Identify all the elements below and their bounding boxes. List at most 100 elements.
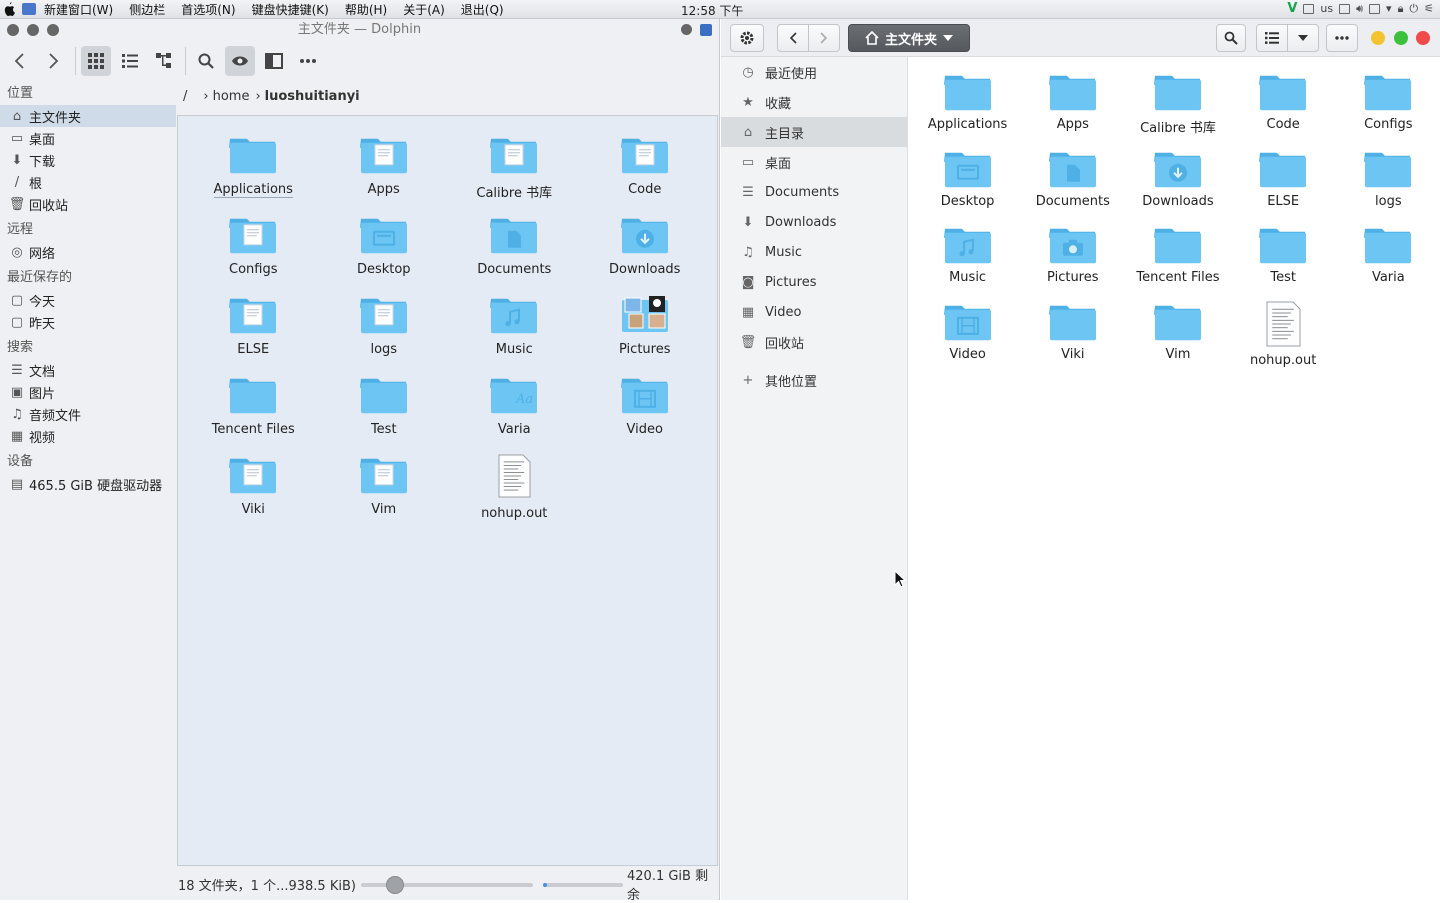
file-item[interactable]: Vim <box>319 454 450 534</box>
menu-item-0[interactable]: 新建窗口(W) <box>44 1 113 18</box>
file-item[interactable]: Varia <box>1336 224 1440 301</box>
file-item[interactable]: Pictures <box>580 294 711 374</box>
file-item[interactable]: Apps <box>319 134 450 214</box>
keyboard-layout[interactable]: us <box>1320 2 1333 15</box>
menu-item-5[interactable]: 关于(A) <box>403 1 445 18</box>
apple-icon[interactable] <box>3 2 19 16</box>
file-item[interactable]: Aa Varia <box>449 374 580 454</box>
file-item[interactable]: logs <box>1336 148 1440 225</box>
file-item[interactable]: logs <box>319 294 450 374</box>
lock-icon[interactable]: 🔒︎ <box>1398 2 1404 16</box>
window-menu-icon[interactable] <box>700 24 712 36</box>
file-item[interactable]: Viki <box>1020 301 1125 378</box>
sidebar-item[interactable]: ☰ Documents <box>721 177 907 207</box>
back-button[interactable] <box>777 24 809 52</box>
breadcrumb-root[interactable]: / <box>183 89 187 104</box>
file-item[interactable]: Music <box>449 294 580 374</box>
file-item[interactable]: Video <box>915 301 1020 378</box>
power-icon[interactable]: ⏻ <box>1409 2 1418 16</box>
places-item[interactable]: ◎ 网络 <box>0 241 176 263</box>
icons-view-button[interactable] <box>81 46 111 76</box>
breadcrumb-current[interactable]: luoshuitianyi <box>265 89 360 104</box>
file-item[interactable]: Test <box>1231 224 1336 301</box>
file-view[interactable]: Applications Apps Calibre 书库 Code Config… <box>909 57 1440 900</box>
file-item[interactable]: Documents <box>1020 148 1125 225</box>
file-item[interactable]: Viki <box>188 454 319 534</box>
file-item[interactable]: Downloads <box>580 214 711 294</box>
menu-button[interactable] <box>730 24 764 52</box>
sidebar-item[interactable]: ▦ Video <box>721 297 907 327</box>
split-view-button[interactable] <box>259 46 289 76</box>
file-item[interactable]: Music <box>915 224 1020 301</box>
places-item[interactable]: ▢ 昨天 <box>0 311 176 333</box>
file-item[interactable]: Test <box>319 374 450 454</box>
file-item[interactable]: Calibre 书库 <box>449 134 580 214</box>
file-item[interactable]: Desktop <box>319 214 450 294</box>
clock[interactable]: 12:58 下午 <box>681 2 743 19</box>
search-button[interactable] <box>191 46 221 76</box>
back-button[interactable] <box>5 46 35 76</box>
keyboard-icon[interactable] <box>1303 3 1315 14</box>
file-item[interactable]: Downloads <box>1125 148 1230 225</box>
file-item[interactable]: nohup.out <box>1231 301 1336 378</box>
sidebar-item[interactable]: ♫ Music <box>721 237 907 267</box>
file-item[interactable]: Desktop <box>915 148 1020 225</box>
places-item[interactable]: / 根 <box>0 171 176 193</box>
file-item[interactable]: Video <box>580 374 711 454</box>
file-item[interactable]: nohup.out <box>449 454 580 534</box>
forward-button[interactable] <box>808 24 840 52</box>
v-logo-icon[interactable]: V <box>1287 1 1297 16</box>
places-item[interactable]: ♫ 音频文件 <box>0 403 176 425</box>
battery-icon[interactable] <box>1369 3 1381 14</box>
file-item[interactable]: Tencent Files <box>188 374 319 454</box>
file-item[interactable]: Configs <box>1336 71 1440 148</box>
places-item[interactable]: ▣ 图片 <box>0 381 176 403</box>
maximize-window-button[interactable] <box>47 24 59 36</box>
file-item[interactable]: Calibre 书库 <box>1125 71 1230 148</box>
menu-item-4[interactable]: 帮助(H) <box>345 1 387 18</box>
places-item[interactable]: ☰ 文档 <box>0 359 176 381</box>
sidebar-item[interactable]: ◙ Pictures <box>721 267 907 297</box>
file-item[interactable]: Tencent Files <box>1125 224 1230 301</box>
file-item[interactable]: Apps <box>1020 71 1125 148</box>
places-item[interactable]: ⬇ 下载 <box>0 149 176 171</box>
file-item[interactable]: Pictures <box>1020 224 1125 301</box>
close-window-button[interactable] <box>1416 31 1430 45</box>
close-window-button[interactable] <box>7 24 19 36</box>
zoom-slider-handle[interactable] <box>386 876 405 894</box>
more-options-button[interactable] <box>1326 24 1358 52</box>
view-options-button[interactable] <box>1287 24 1319 52</box>
file-item[interactable]: Code <box>1231 71 1336 148</box>
zoom-slider[interactable] <box>361 876 533 894</box>
chevron-down-icon[interactable]: ▾ <box>1386 2 1392 15</box>
menu-item-1[interactable]: 侧边栏 <box>129 1 165 18</box>
forward-button[interactable] <box>38 46 68 76</box>
settings-icon[interactable]: ⚟ <box>1424 2 1434 15</box>
path-bar-home-button[interactable]: 主文件夹 <box>848 24 970 52</box>
file-view[interactable]: Applications Apps Calibre 书库 Code Config… <box>177 115 718 866</box>
places-item[interactable]: ▤ 465.5 GiB 硬盘驱动器 <box>0 473 176 495</box>
maximize-window-button[interactable] <box>1394 31 1408 45</box>
file-item[interactable]: Applications <box>188 134 319 214</box>
file-item[interactable]: Configs <box>188 214 319 294</box>
menu-item-6[interactable]: 退出(Q) <box>461 1 504 18</box>
preview-toggle-button[interactable] <box>225 46 255 76</box>
tree-view-button[interactable] <box>149 46 179 76</box>
display-icon[interactable] <box>1339 3 1351 14</box>
minimize-window-button[interactable] <box>27 24 39 36</box>
places-item[interactable]: 🗑︎ 回收站 <box>0 193 176 215</box>
file-item[interactable]: Vim <box>1125 301 1230 378</box>
sidebar-item[interactable]: ⌂ 主目录 <box>721 117 907 147</box>
sidebar-item[interactable]: ⬇ Downloads <box>721 207 907 237</box>
minimize-window-button[interactable] <box>1371 31 1385 45</box>
file-item[interactable]: ELSE <box>1231 148 1336 225</box>
file-item[interactable]: Documents <box>449 214 580 294</box>
menu-item-3[interactable]: 键盘快捷键(K) <box>252 1 329 18</box>
sidebar-item[interactable]: ◷ 最近使用 <box>721 57 907 87</box>
more-button[interactable] <box>293 46 323 76</box>
pin-icon[interactable] <box>681 24 692 35</box>
places-item[interactable]: ▭ 桌面 <box>0 127 176 149</box>
file-item[interactable]: ELSE <box>188 294 319 374</box>
breadcrumb-home[interactable]: home <box>213 89 250 104</box>
search-button[interactable] <box>1216 24 1246 52</box>
